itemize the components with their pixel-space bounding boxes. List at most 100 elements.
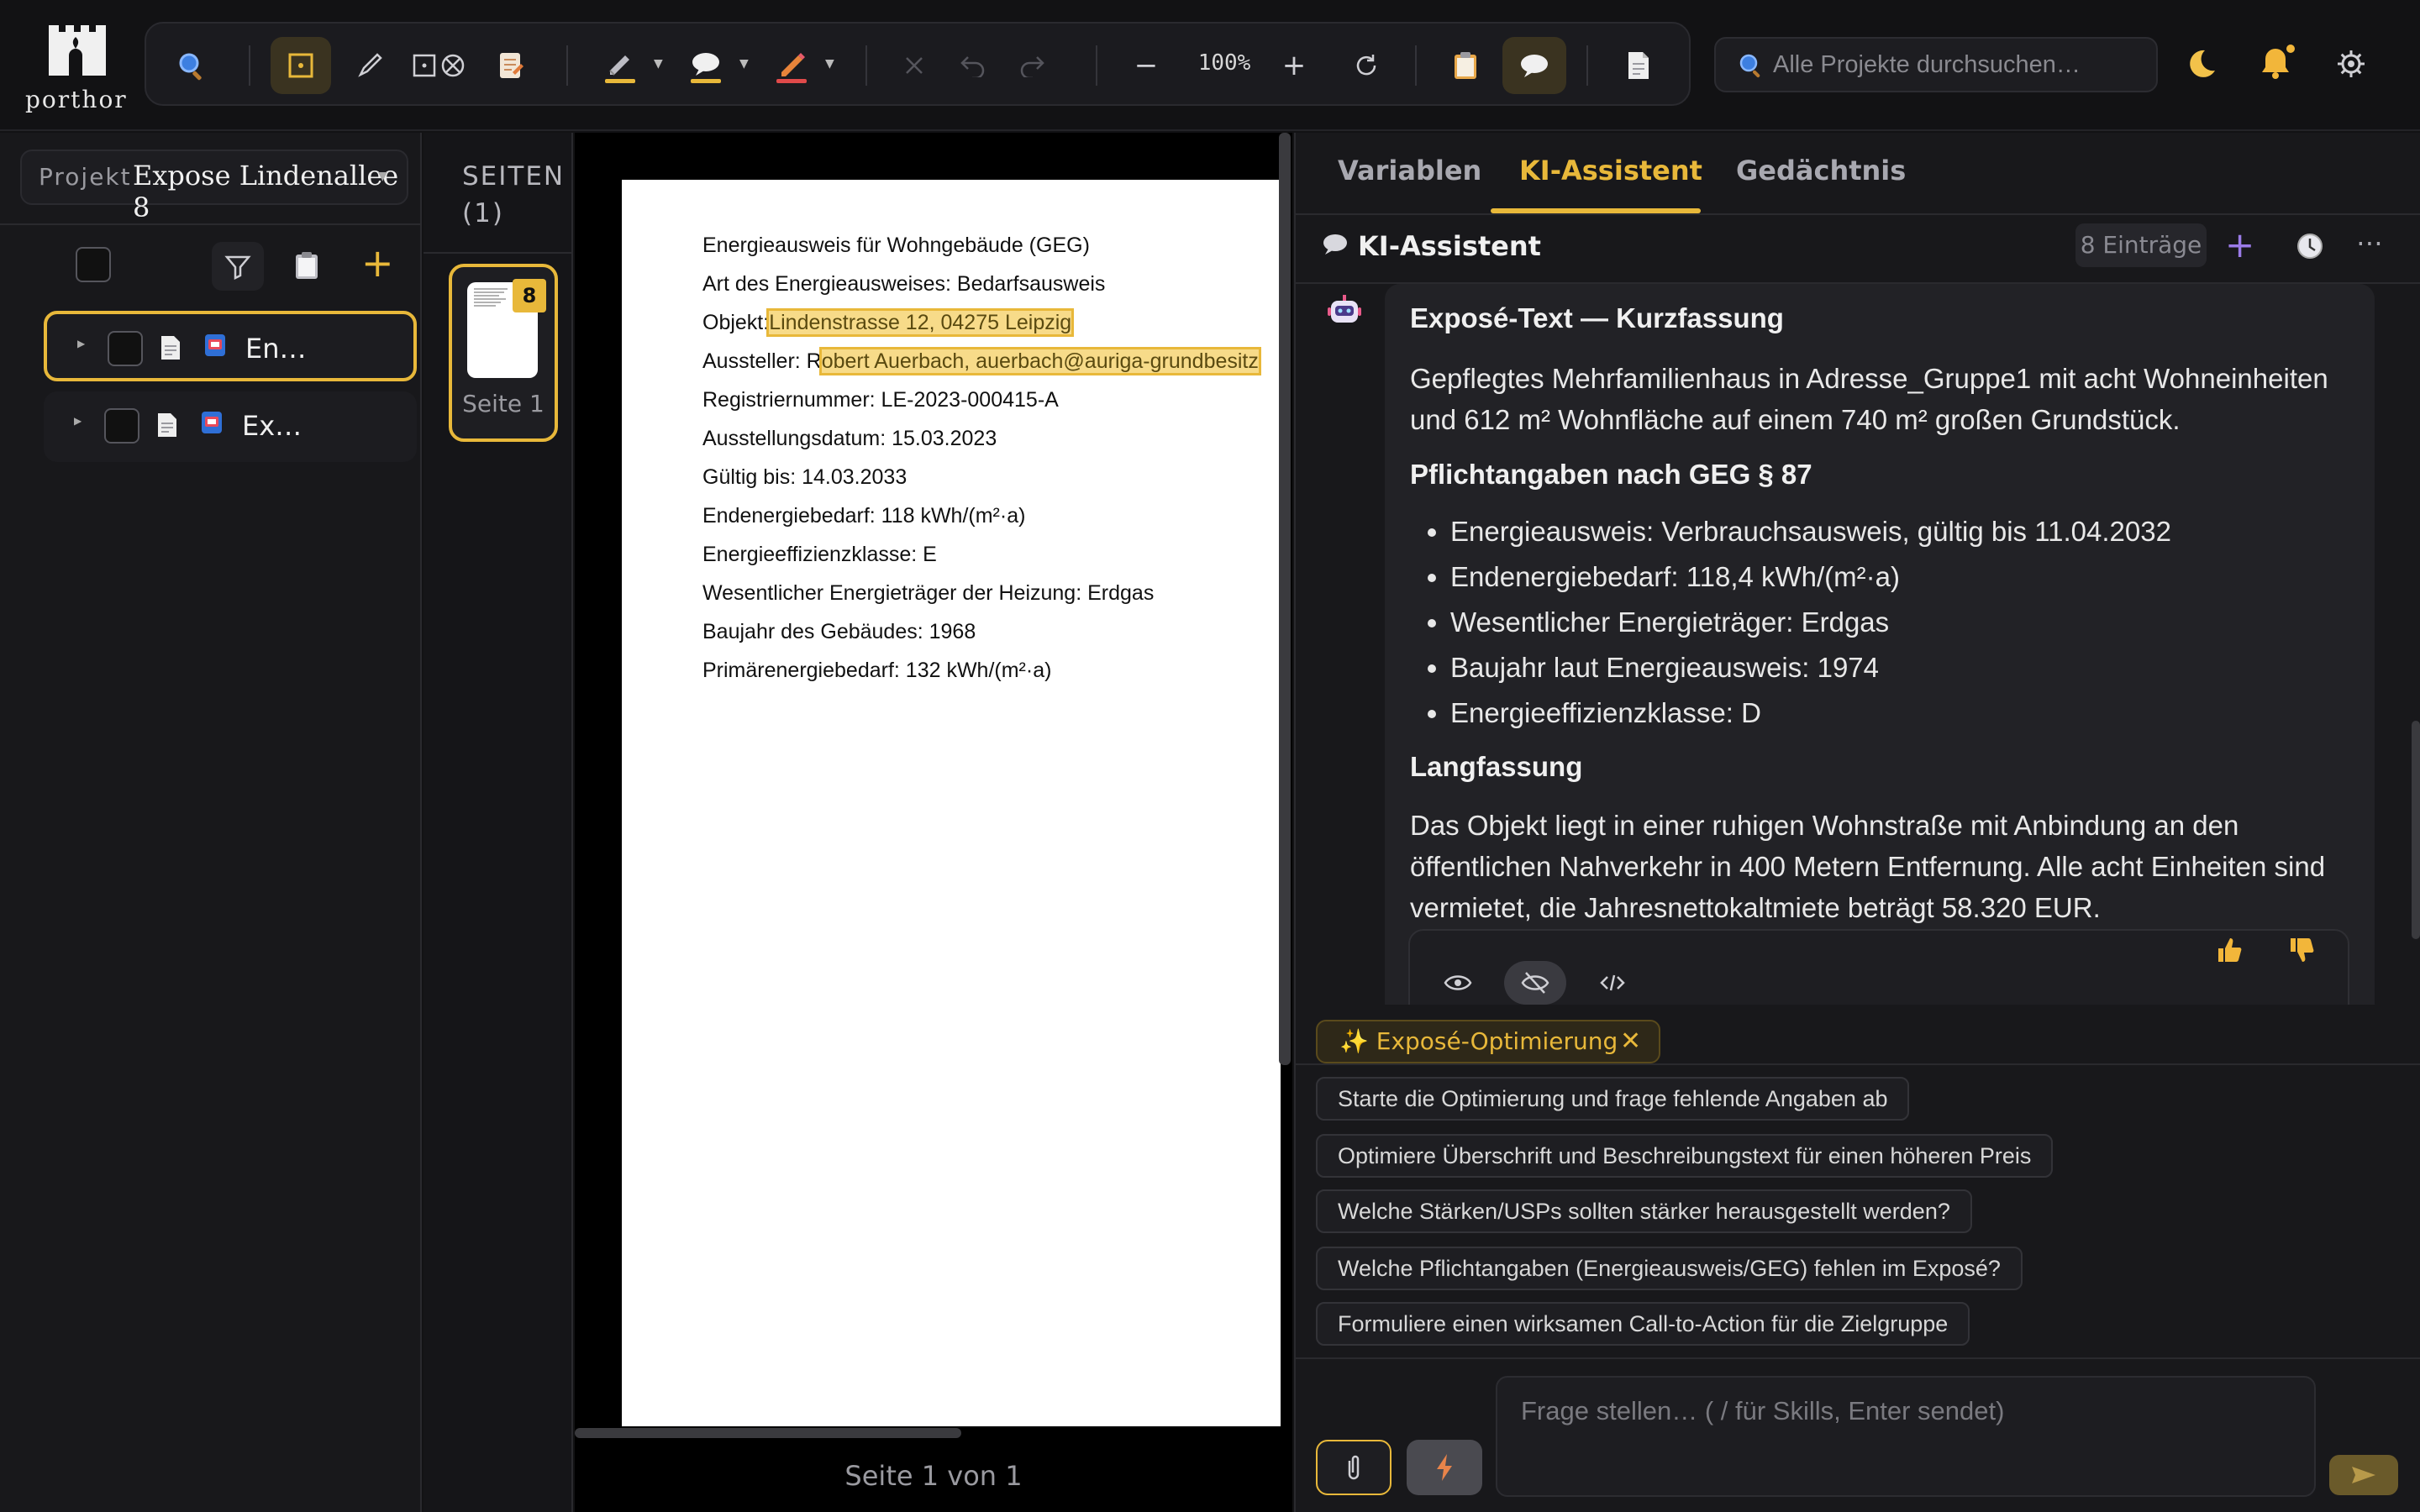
tab-ki-assistent[interactable]: KI-Assistent (1519, 155, 1702, 186)
notes-button[interactable] (294, 250, 319, 284)
input-divider (1296, 1357, 2420, 1359)
refresh-icon (1356, 55, 1376, 76)
chevron-down-icon: ▼ (378, 170, 387, 183)
doc-line-carrier: Wesentlicher Energieträger der Heizung: … (702, 581, 1155, 605)
pen-yellow-icon (605, 55, 635, 83)
highlight-annotation-address[interactable]: Lindenstrasse 12, 04275 Leipzig (766, 308, 1075, 337)
speech-bubble-yellow-icon (691, 53, 721, 83)
notifications-button[interactable] (2257, 42, 2299, 87)
marker-color-button[interactable] (763, 37, 820, 94)
objekt-label: Objekt: (702, 311, 770, 334)
project-name: Expose Lindenallee 8 (133, 160, 399, 223)
clear-button[interactable] (889, 37, 939, 94)
undo-icon (960, 56, 985, 77)
hide-button[interactable] (1504, 961, 1566, 1005)
tab-variablen[interactable]: Variablen (1338, 155, 1481, 186)
document-viewer: Energieausweis für Wohngebäude (GEG) Art… (575, 133, 1292, 1512)
send-button[interactable] (2329, 1455, 2398, 1495)
document-icon (161, 336, 180, 360)
note-tool-button[interactable] (482, 37, 539, 94)
project-selector[interactable]: Projekt Expose Lindenallee 8 ▼ (20, 150, 408, 223)
comments-toggle-button[interactable] (1502, 37, 1566, 94)
horizontal-scrollbar[interactable] (575, 1428, 961, 1438)
question-input[interactable] (1521, 1396, 2294, 1480)
toolbar-separator (249, 45, 250, 86)
memo-icon (500, 53, 523, 78)
chevron-down-icon[interactable]: ▼ (739, 57, 749, 71)
redo-button[interactable] (1007, 37, 1057, 94)
suggestion-optimize-title[interactable]: Optimiere Überschrift und Beschreibungst… (1316, 1134, 2054, 1178)
suggestion-call-to-action[interactable]: Formuliere einen wirksamen Call-to-Actio… (1316, 1302, 1970, 1346)
select-tool-button[interactable] (271, 37, 331, 94)
theme-toggle-button[interactable] (2181, 45, 2218, 86)
comment-color-button[interactable] (677, 37, 734, 94)
zoom-level: 100% (1197, 50, 1251, 76)
thumbs-up-button[interactable] (2215, 936, 2244, 968)
item-checkbox[interactable] (104, 408, 139, 444)
skills-button[interactable] (1407, 1440, 1482, 1495)
add-file-button[interactable]: + (361, 242, 394, 284)
page-thumbnail-1[interactable]: 8 Seite 1 (449, 264, 558, 442)
list-item: Wesentlicher Energieträger: Erdgas (1450, 600, 2358, 645)
view-rendered-button[interactable] (1427, 961, 1489, 1005)
doc-line-valid: Gültig bis: 14.03.2033 (702, 465, 908, 489)
assistant-message: Exposé-Text — Kurzfassung Gepflegtes Meh… (1385, 284, 2375, 1005)
tree-item-energieausweis[interactable]: ▶ En… (44, 311, 417, 381)
undo-button[interactable] (948, 37, 998, 94)
project-search[interactable] (1714, 37, 2158, 92)
doc-line-title: Energieausweis für Wohngebäude (GEG) (702, 234, 1090, 257)
highlight-annotation-issuer[interactable]: obert Auerbach, auerbach@auriga-grundbes… (818, 347, 1261, 375)
more-options-button[interactable]: ⋯ (2356, 227, 2383, 259)
thumbs-down-button[interactable] (2287, 936, 2316, 968)
vertical-scrollbar[interactable] (1279, 133, 1291, 1065)
chat-scrollbar[interactable] (2412, 721, 2420, 939)
history-clock-icon[interactable] (2296, 232, 2324, 260)
suggestion-usps[interactable]: Welche Stärken/USPs sollten stärker hera… (1316, 1189, 1972, 1233)
list-item: Energieausweis: Verbrauchsausweis, gülti… (1450, 509, 2358, 554)
close-icon (906, 57, 923, 74)
expand-arrow-icon[interactable]: ▶ (77, 338, 85, 349)
app-logo[interactable]: porthor (25, 15, 126, 119)
reset-zoom-button[interactable] (1341, 37, 1392, 94)
search-tool-button[interactable] (163, 37, 220, 94)
pages-title: SEITEN (1) (462, 161, 566, 228)
list-item: Endenergiebedarf: 118,4 kWh/(m²·a) (1450, 554, 2358, 600)
document-icon (158, 413, 176, 437)
question-input-box[interactable] (1496, 1376, 2316, 1497)
suggestion-pflichtangaben[interactable]: Welche Pflichtangaben (Energieausweis/GE… (1316, 1247, 2023, 1290)
settings-button[interactable] (2336, 49, 2366, 82)
document-page[interactable]: Energieausweis für Wohngebäude (GEG) Art… (622, 180, 1281, 1426)
view-source-button[interactable] (1581, 961, 1644, 1005)
chevron-down-icon[interactable]: ▼ (825, 57, 834, 71)
highlighter-color-button[interactable] (592, 37, 649, 94)
lightning-icon (1437, 1454, 1452, 1481)
redact-tool-button[interactable] (407, 37, 474, 94)
new-chat-button[interactable]: + (2225, 225, 2254, 265)
castle-logo-icon (49, 25, 106, 76)
suggestion-start-optimization[interactable]: Starte die Optimierung und frage fehlend… (1316, 1077, 1910, 1121)
draw-tool-button[interactable] (341, 37, 398, 94)
toolbar-separator (566, 45, 568, 86)
list-item: Energieeffizienzklasse: D (1450, 690, 2358, 736)
zoom-in-button[interactable]: + (1269, 37, 1319, 94)
select-all-checkbox[interactable] (76, 247, 111, 282)
doc-line-regnr: Registriernummer: LE-2023-000415-A (702, 388, 1059, 412)
item-checkbox[interactable] (108, 331, 143, 366)
clipboard-button[interactable] (1440, 37, 1491, 94)
tab-gedaechtnis[interactable]: Gedächtnis (1736, 155, 1906, 186)
doc-line-endenergie: Endenergiebedarf: 118 kWh/(m²·a) (702, 504, 1026, 528)
search-input[interactable] (1773, 44, 2143, 86)
document-button[interactable] (1613, 37, 1664, 94)
chevron-down-icon[interactable]: ▼ (654, 57, 663, 71)
tree-item-expose[interactable]: ▶ Ex… (44, 391, 417, 462)
attach-button[interactable] (1316, 1440, 1392, 1495)
active-skill-chip[interactable]: ✨ Exposé-Optimierung ✕ (1316, 1020, 1660, 1063)
zoom-out-button[interactable]: − (1121, 37, 1171, 94)
close-icon[interactable]: ✕ (1620, 1021, 1641, 1062)
redo-icon (1020, 56, 1044, 77)
pencil-red-icon (776, 53, 807, 83)
sidebar-divider (0, 223, 420, 225)
filter-button[interactable] (212, 242, 264, 291)
entries-count-button[interactable]: 8 Einträge (2075, 223, 2207, 267)
expand-arrow-icon[interactable]: ▶ (74, 415, 82, 427)
